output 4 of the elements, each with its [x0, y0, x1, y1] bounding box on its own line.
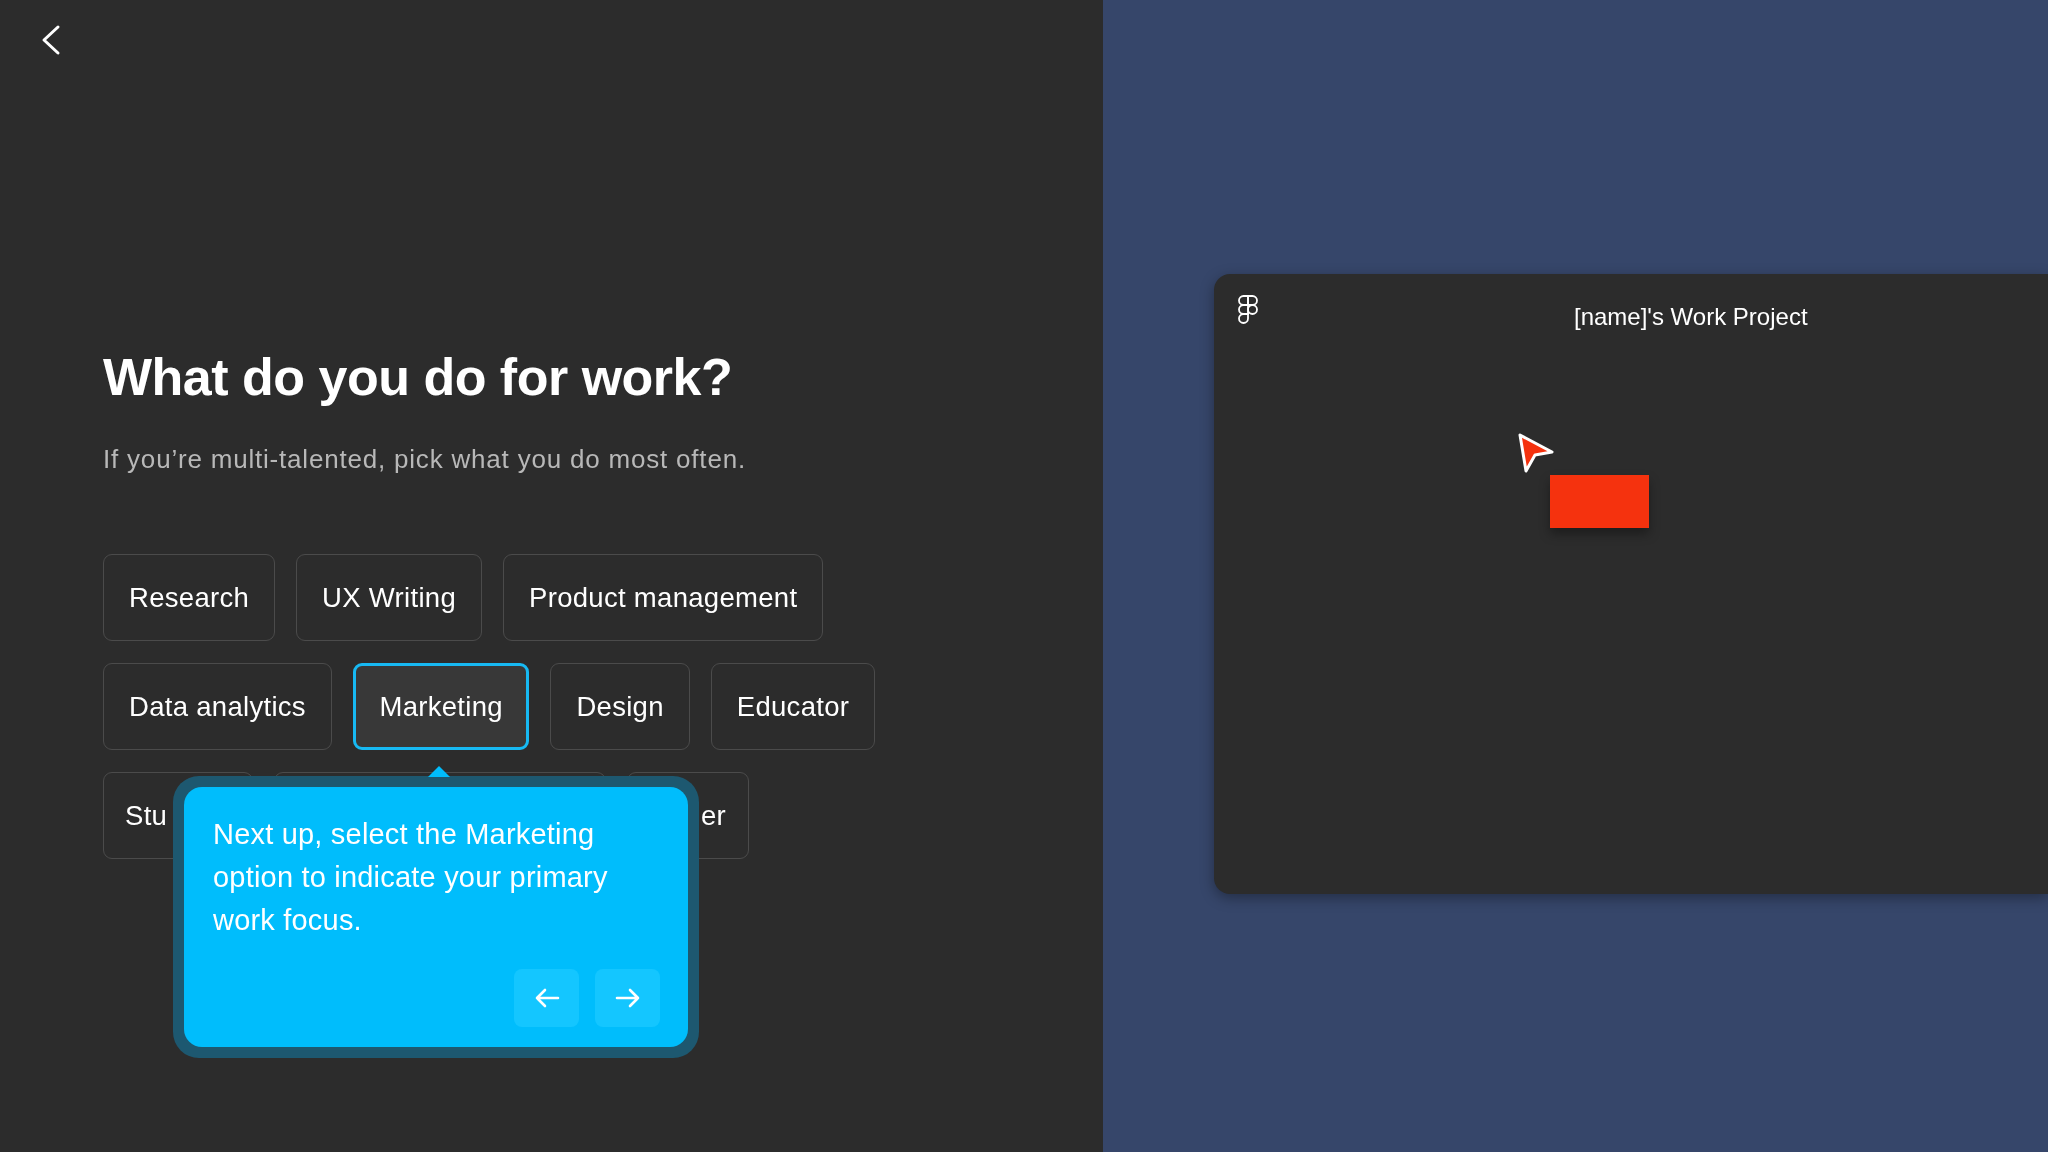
subtitle: If you’re multi-talented, pick what you do most often. [103, 443, 747, 477]
page-heading: What do you do for work? [103, 347, 734, 408]
tooltip-text: Next up, select the Marketing option to indicate your primary work focus. [213, 817, 609, 939]
window-title: [name]'s Work Project [1574, 302, 1808, 332]
